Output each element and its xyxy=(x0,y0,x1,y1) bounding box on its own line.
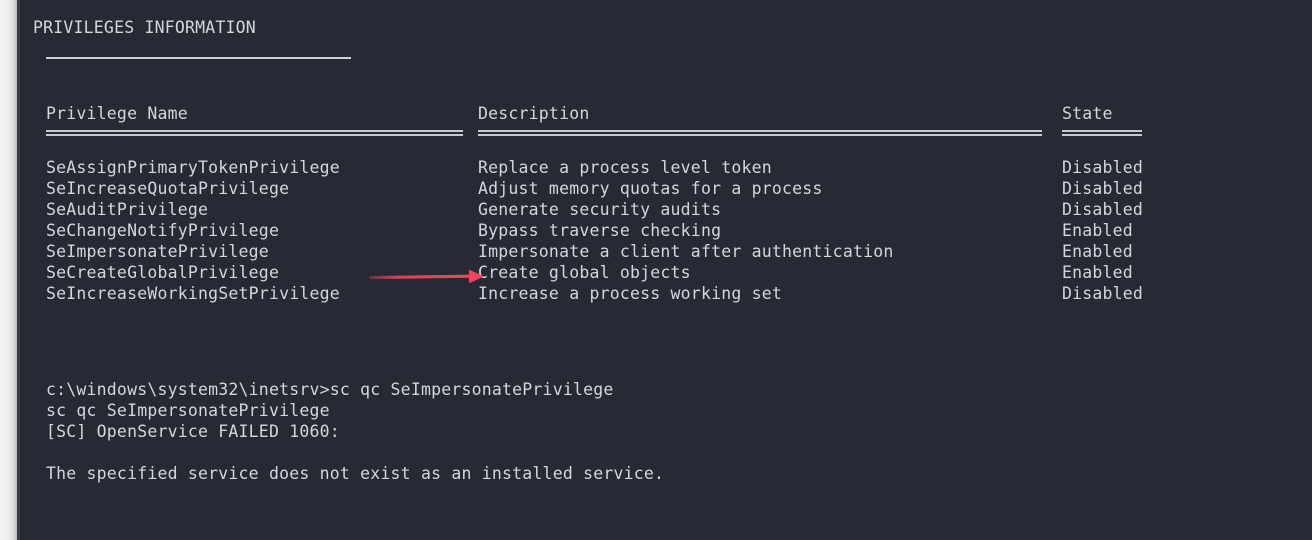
table-row: SeIncreaseWorkingSetPrivilege xyxy=(46,284,340,303)
annotation-arrow-icon xyxy=(369,269,484,284)
table-row: SeCreateGlobalPrivilege xyxy=(46,263,280,282)
console-echo-line: sc qc SeImpersonatePrivilege xyxy=(46,401,330,420)
table-row: Disabled xyxy=(1062,179,1144,198)
table-row: Enabled xyxy=(1062,242,1133,261)
console-error-detail-line: The specified service does not exist as … xyxy=(46,464,665,483)
column-header-description: Description xyxy=(478,104,590,123)
header-rule-description xyxy=(478,130,1042,136)
table-row: Bypass traverse checking xyxy=(478,221,722,240)
column-header-privilege-name: Privilege Name xyxy=(46,104,188,123)
table-row: Replace a process level token xyxy=(478,158,772,177)
table-row: Enabled xyxy=(1062,221,1133,240)
console-prompt-line: c:\windows\system32\inetsrv>sc qc SeImpe… xyxy=(46,380,614,399)
table-row: Disabled xyxy=(1062,158,1144,177)
table-row: Increase a process working set xyxy=(478,284,783,303)
table-row: Impersonate a client after authenticatio… xyxy=(478,242,894,261)
page-gutter xyxy=(0,0,17,540)
table-row: Adjust memory quotas for a process xyxy=(478,179,823,198)
header-rule-state xyxy=(1062,130,1142,136)
table-row: Enabled xyxy=(1062,263,1133,282)
section-title-underline xyxy=(46,57,351,59)
console-error-line: [SC] OpenService FAILED 1060: xyxy=(46,422,340,441)
table-row: Disabled xyxy=(1062,200,1144,219)
column-header-state: State xyxy=(1062,104,1113,123)
table-row: SeChangeNotifyPrivilege xyxy=(46,221,280,240)
table-row: SeAuditPrivilege xyxy=(46,200,209,219)
table-row: SeImpersonatePrivilege xyxy=(46,242,269,261)
table-row: Create global objects xyxy=(478,263,691,282)
terminal-content: PRIVILEGES INFORMATION Privilege Name De… xyxy=(33,0,1303,540)
table-row: SeIncreaseQuotaPrivilege xyxy=(46,179,290,198)
table-row: Generate security audits xyxy=(478,200,722,219)
section-title: PRIVILEGES INFORMATION xyxy=(33,18,256,37)
terminal-screenshot: PRIVILEGES INFORMATION Privilege Name De… xyxy=(0,0,1312,540)
table-row: Disabled xyxy=(1062,284,1144,303)
table-row: SeAssignPrimaryTokenPrivilege xyxy=(46,158,340,177)
terminal-window[interactable]: PRIVILEGES INFORMATION Privilege Name De… xyxy=(20,0,1312,540)
header-rule-privilege-name xyxy=(46,130,463,136)
